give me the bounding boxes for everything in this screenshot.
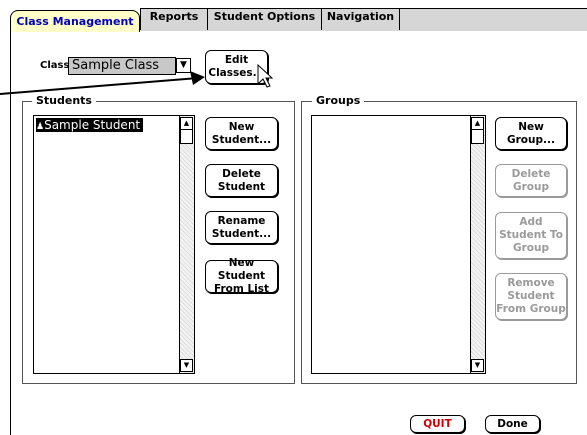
scroll-thumb[interactable] — [180, 130, 193, 144]
quit-button[interactable]: QUIT — [410, 415, 465, 433]
scroll-down-arrow-icon[interactable]: ▼ — [471, 359, 484, 372]
button-line: Student... — [211, 227, 272, 240]
tab-class-management[interactable]: Class Management — [10, 10, 140, 32]
button-line: New — [228, 120, 255, 133]
tab-navigation[interactable]: Navigation — [322, 8, 400, 30]
delete-student-button[interactable]: Delete Student — [205, 164, 278, 197]
list-item[interactable]: ♟Sample Student — [36, 118, 144, 132]
button-line: Student... — [211, 133, 272, 146]
button-line: Group — [512, 242, 549, 254]
groups-scrollbar[interactable] — [470, 116, 485, 373]
remove-student-from-group-button[interactable]: Remove Student From Group — [495, 273, 567, 320]
students-scrollbar[interactable] — [179, 116, 194, 373]
mouse-cursor-icon — [257, 63, 274, 88]
button-line: From Group — [496, 303, 566, 315]
button-line: New — [518, 120, 544, 133]
scroll-up-arrow-icon[interactable]: ▲ — [180, 117, 193, 130]
scroll-up-arrow-icon[interactable]: ▲ — [471, 117, 484, 130]
button-line: From List — [213, 283, 270, 295]
button-line: Delete — [511, 167, 551, 180]
new-student-from-list-button[interactable]: New Student From List — [205, 257, 278, 295]
button-line: Rename — [217, 214, 266, 227]
button-line: Add — [519, 216, 543, 228]
tab-student-options[interactable]: Student Options — [208, 8, 322, 30]
new-student-button[interactable]: New Student... — [205, 117, 278, 150]
student-icon: ♟ — [36, 122, 45, 132]
students-list[interactable]: ♟Sample Student ▲ ▼ — [33, 115, 195, 374]
groups-list[interactable]: ▲ ▼ — [311, 115, 486, 374]
rename-student-button[interactable]: Rename Student... — [205, 211, 278, 244]
button-line: New Student — [217, 257, 266, 282]
tab-reports[interactable]: Reports — [140, 8, 208, 30]
groups-group-title: Groups — [312, 94, 365, 107]
done-button[interactable]: Done — [485, 415, 540, 433]
button-line: Delete — [222, 167, 261, 180]
add-student-to-group-button[interactable]: Add Student To Group — [495, 212, 567, 259]
scroll-thumb[interactable] — [471, 130, 484, 144]
button-line: Group... — [507, 133, 555, 146]
button-line: Student To — [499, 229, 563, 241]
new-group-button[interactable]: New Group... — [495, 117, 567, 150]
student-item-label: Sample Student — [44, 118, 141, 132]
delete-group-button[interactable]: Delete Group — [495, 164, 567, 197]
button-line: Remove — [507, 277, 555, 289]
scroll-down-arrow-icon[interactable]: ▼ — [180, 359, 193, 372]
students-group-title: Students — [32, 94, 96, 107]
button-line: Group — [512, 180, 549, 193]
button-line: Student — [507, 290, 555, 302]
button-line: Student — [217, 180, 266, 193]
